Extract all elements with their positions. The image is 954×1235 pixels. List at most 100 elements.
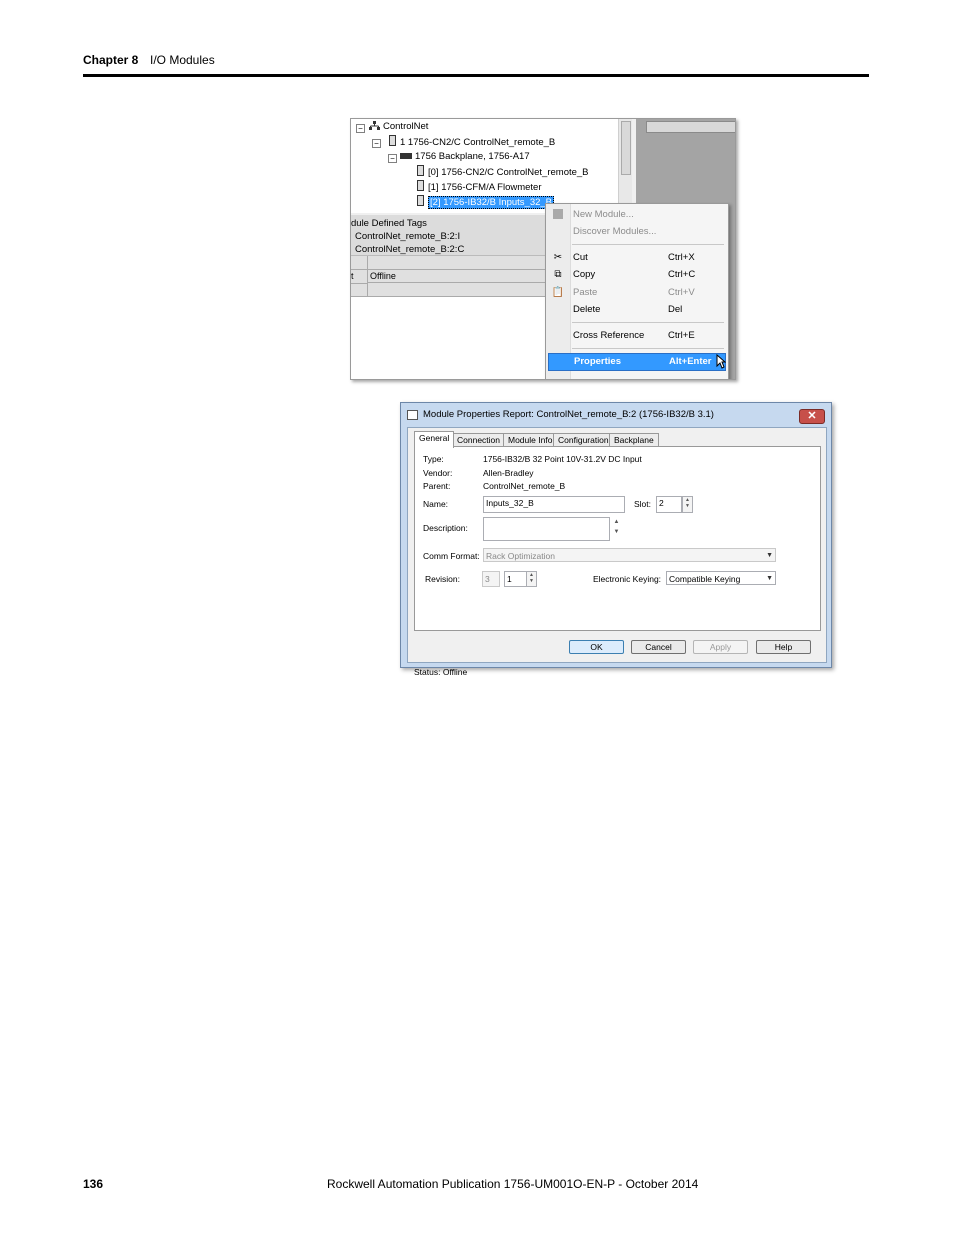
tree-item-label: [1] 1756-CFM/A Flowmeter <box>428 182 542 193</box>
module-icon <box>417 165 424 176</box>
tab-general[interactable]: General <box>414 431 455 448</box>
description-scroll[interactable]: ▲ ▼ <box>611 517 622 541</box>
menu-label: Delete <box>573 304 601 315</box>
menu-label: New Module... <box>573 209 634 220</box>
tree-item-backplane[interactable]: 1756 Backplane, 1756-A17 <box>400 150 530 163</box>
tree-item-label: 1 1756-CN2/C ControlNet_remote_B <box>400 137 556 148</box>
menu-item-properties[interactable]: Properties Alt+Enter <box>548 353 726 371</box>
slot-field[interactable]: 2 <box>656 496 682 513</box>
window-icon <box>407 410 418 420</box>
publication-info: Rockwell Automation Publication 1756-UM0… <box>327 1177 699 1191</box>
menu-separator <box>572 322 724 323</box>
right-pane-inner <box>646 121 735 133</box>
slot-label: Slot: <box>634 499 652 509</box>
new-module-icon <box>551 209 565 221</box>
backplane-icon <box>400 153 412 159</box>
tab-backplane[interactable]: Backplane <box>609 433 659 447</box>
network-icon <box>369 121 380 130</box>
mouse-cursor-icon <box>716 354 726 369</box>
slot-stepper[interactable]: ▲ ▼ <box>682 496 693 513</box>
parent-label: Parent: <box>423 481 451 491</box>
type-label: Type: <box>423 454 444 464</box>
tag-row[interactable]: ControlNet_remote_B:2:I <box>355 231 460 242</box>
revision-major-field[interactable]: 3 <box>482 571 500 587</box>
menu-label: Cut <box>573 252 588 263</box>
menu-separator <box>572 348 724 349</box>
vendor-value: Allen-Bradley <box>483 468 534 478</box>
status-label: Status: <box>414 667 441 677</box>
revision-minor-field[interactable]: 1 <box>504 571 527 587</box>
menu-label: Discover Modules... <box>573 226 657 237</box>
revision-label: Revision: <box>425 574 460 584</box>
menu-shortcut: Del <box>668 304 683 315</box>
header-rule <box>83 74 869 77</box>
menu-shortcut: Ctrl+C <box>668 269 696 280</box>
tree-item-slot-2[interactable]: [2] 1756-IB32/B Inputs_32_B <box>417 195 555 209</box>
collapse-icon[interactable]: − <box>356 124 365 133</box>
tree-item-label-selected: [2] 1756-IB32/B Inputs_32_B <box>428 196 555 209</box>
name-field[interactable]: Inputs_32_B <box>483 496 625 513</box>
description-field[interactable] <box>483 517 610 541</box>
revision-minor-stepper[interactable]: ▲ ▼ <box>526 571 537 587</box>
copy-icon: ⧉ <box>554 269 562 280</box>
comm-format-label: Comm Format: <box>423 551 480 561</box>
ok-button[interactable]: OK <box>569 640 624 654</box>
tab-module-info[interactable]: Module Info <box>503 433 558 447</box>
tag-row[interactable]: ControlNet_remote_B:2:C <box>355 244 464 255</box>
help-button[interactable]: Help <box>756 640 811 654</box>
collapse-icon[interactable]: − <box>388 154 397 163</box>
electronic-keying-select[interactable]: Compatible Keying ▼ <box>666 571 776 585</box>
cut-icon: ✂ <box>553 252 563 263</box>
organizer-screenshot: − ControlNet − 1 1756-CN2/C ControlNet_r… <box>350 118 736 380</box>
collapse-icon[interactable]: − <box>372 139 381 148</box>
tree-item-slot-0[interactable]: [0] 1756-CN2/C ControlNet_remote_B <box>417 165 589 178</box>
menu-item-discover-modules[interactable]: Discover Modules... <box>546 224 728 240</box>
menu-label: Copy <box>573 269 596 280</box>
grid-cell <box>351 256 368 270</box>
menu-shortcut: Ctrl+E <box>668 330 695 341</box>
general-tab-panel: Type: 1756-IB32/B 32 Point 10V-31.2V DC … <box>414 446 821 631</box>
tags-title: dule Defined Tags <box>351 218 427 229</box>
module-icon <box>417 195 424 206</box>
page-number: 136 <box>83 1177 104 1191</box>
chevron-down-icon: ▼ <box>766 575 773 582</box>
tree-item-controlnet[interactable]: ControlNet <box>369 120 428 133</box>
menu-shortcut: Alt+Enter <box>669 356 712 367</box>
status-value: Offline <box>442 667 468 677</box>
scrollbar-thumb[interactable] <box>621 121 631 175</box>
dialog-body: General Connection Module Info Configura… <box>407 427 827 677</box>
menu-separator <box>572 244 724 245</box>
menu-item-delete[interactable]: Delete Del <box>546 302 728 318</box>
module-icon <box>417 180 424 191</box>
tab-configuration[interactable]: Configuration <box>553 433 614 447</box>
menu-item-cut[interactable]: ✂ Cut Ctrl+X <box>546 250 728 266</box>
cancel-button[interactable]: Cancel <box>631 640 686 654</box>
paste-icon: 📋 <box>551 287 565 298</box>
chapter-label: Chapter 8 <box>83 53 139 67</box>
comm-format-select[interactable]: Rack Optimization ▼ <box>483 548 776 562</box>
vendor-label: Vendor: <box>423 468 453 478</box>
name-label: Name: <box>423 499 449 509</box>
menu-shortcut: Ctrl+V <box>668 287 695 298</box>
description-label: Description: <box>423 523 468 533</box>
menu-label: Paste <box>573 287 598 298</box>
comm-format-value: Rack Optimization <box>486 551 555 561</box>
electronic-keying-label: Electronic Keying: <box>593 574 662 584</box>
tab-connection[interactable]: Connection <box>452 433 506 447</box>
close-button[interactable]: ✕ <box>799 409 825 424</box>
grid-cell <box>351 284 368 297</box>
apply-button[interactable]: Apply <box>693 640 748 654</box>
chapter-title: I/O Modules <box>150 53 215 67</box>
dialog-title: Module Properties Report: ControlNet_rem… <box>423 409 714 420</box>
status-bar: Status: Offline <box>414 667 467 677</box>
menu-item-paste[interactable]: 📋 Paste Ctrl+V <box>546 285 728 301</box>
tree-item-cn2-module[interactable]: 1 1756-CN2/C ControlNet_remote_B <box>389 135 555 148</box>
menu-item-cross-reference[interactable]: Cross Reference Ctrl+E <box>546 328 728 344</box>
tree-item-slot-1[interactable]: [1] 1756-CFM/A Flowmeter <box>417 180 542 193</box>
menu-item-copy[interactable]: ⧉ Copy Ctrl+C <box>546 267 728 283</box>
menu-item-new-module[interactable]: New Module... <box>546 207 728 223</box>
parent-value: ControlNet_remote_B <box>483 481 566 491</box>
context-menu: New Module... Discover Modules... ✂ Cut … <box>545 203 729 379</box>
tree-scrollbar[interactable] <box>618 119 632 213</box>
tree-item-label: ControlNet <box>383 121 429 132</box>
